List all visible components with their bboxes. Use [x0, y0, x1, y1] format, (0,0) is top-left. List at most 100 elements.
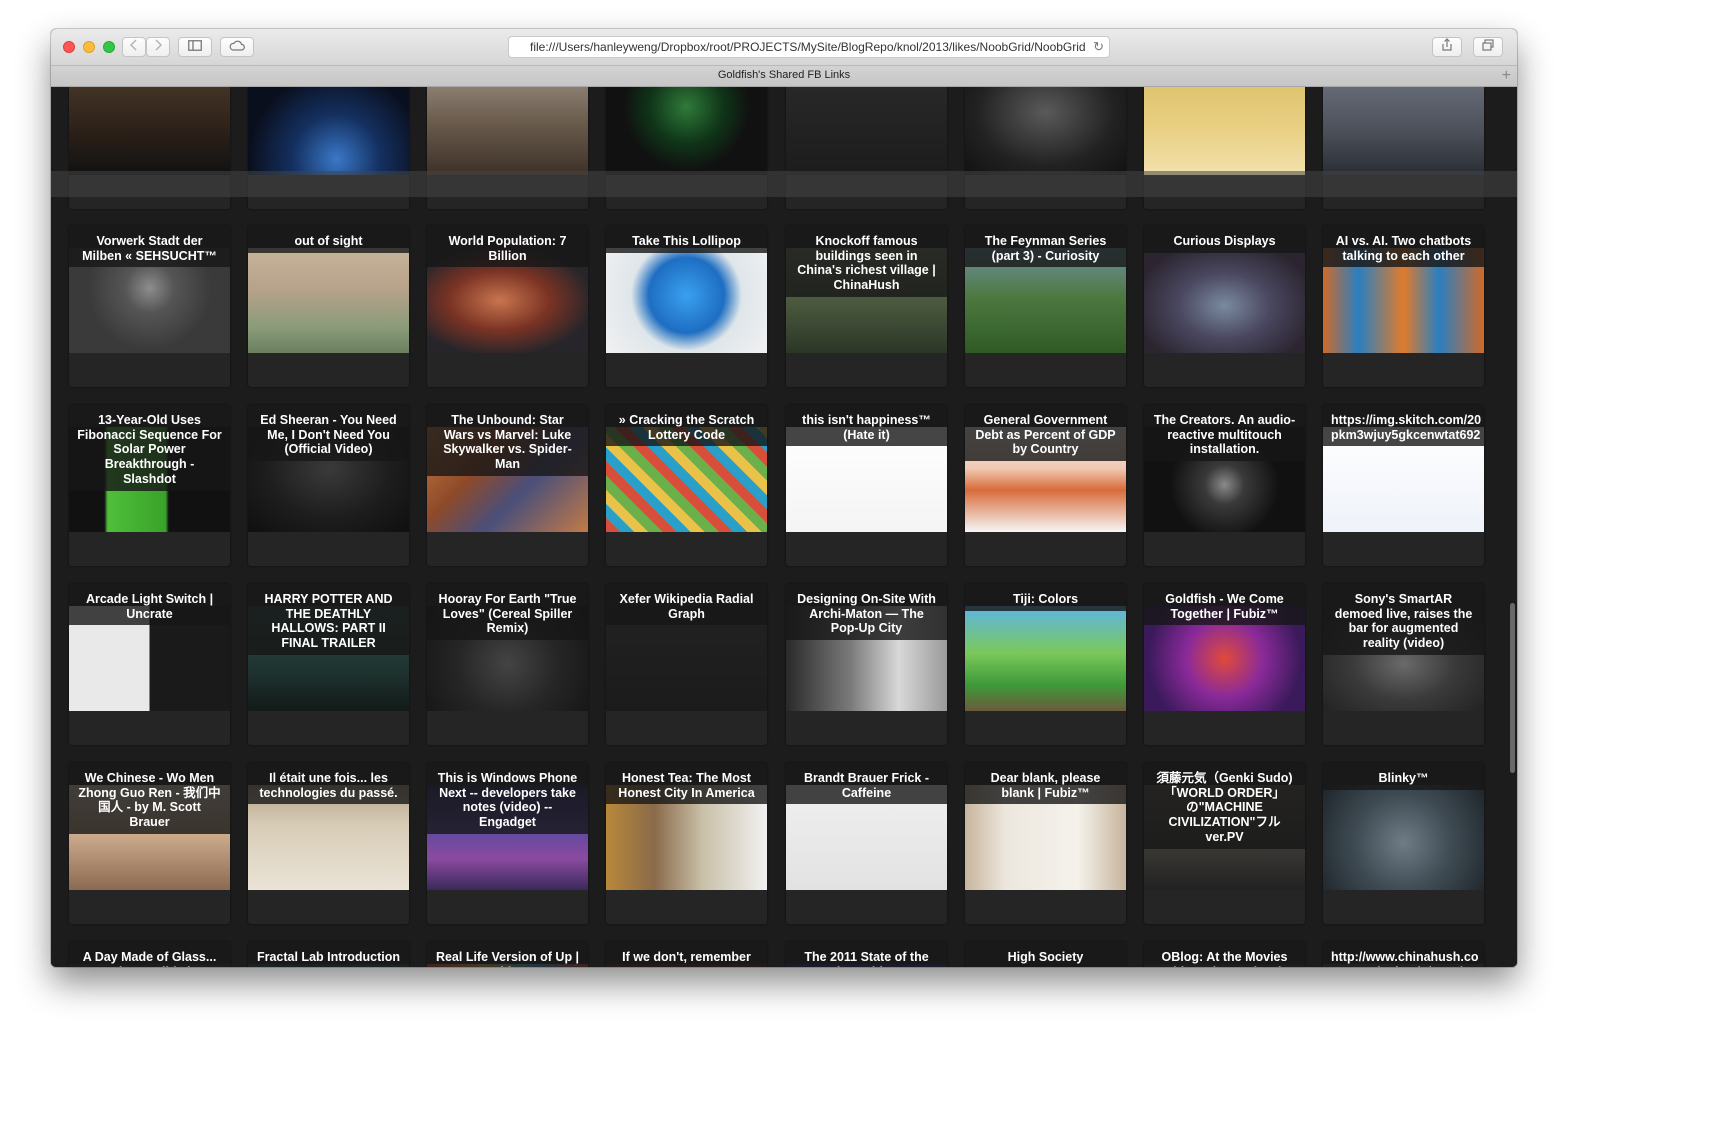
link-title: AI vs. AI. Two chatbots talking to each … [1323, 226, 1484, 268]
chevron-right-icon [155, 39, 163, 51]
link-card[interactable]: Brandt Brauer Frick - Caffeine [786, 763, 947, 924]
link-card[interactable]: Ed Sheeran - You Need Me, I Don't Need Y… [248, 405, 409, 566]
link-title: Designing On-Site With Archi-Maton — The… [786, 584, 947, 641]
link-title: Xefer Wikipedia Radial Graph [606, 584, 767, 626]
link-thumbnail [1323, 87, 1484, 175]
forward-button[interactable] [146, 37, 170, 57]
sidebar-toggle-button[interactable] [178, 37, 212, 57]
link-title: out of sight [248, 226, 409, 253]
link-card[interactable]: 須藤元気（Genki Sudo) 「WORLD ORDER」の"MACHINE … [1144, 763, 1305, 924]
link-card[interactable]: OBlog: At the Movies with Javier Marisca… [1144, 942, 1305, 967]
link-thumbnail [965, 606, 1126, 711]
tab-title[interactable]: Goldfish's Shared FB Links [51, 69, 1517, 81]
link-card[interactable]: A Day Made of Glass... Made possible by … [69, 942, 230, 967]
link-card[interactable]: http://www.chinahush.co content/uploads/… [1323, 942, 1484, 967]
link-card[interactable]: Hooray For Earth "True Loves" (Cereal Sp… [427, 584, 588, 745]
share-button[interactable] [1432, 37, 1462, 57]
link-title: Curious Displays [1144, 226, 1305, 253]
link-title: Real Life Version of Up | Fubiz™ [427, 942, 588, 967]
link-title: The 2011 State of the Union Address: Enh… [786, 942, 947, 967]
icloud-tabs-button[interactable] [220, 37, 254, 57]
link-card[interactable]: If we don't, remember me. [606, 942, 767, 967]
link-title: 13-Year-Old Uses Fibonacci Sequence For … [69, 405, 230, 491]
link-title: Vorwerk Stadt der Milben « SEHSUCHT™ [69, 226, 230, 268]
link-title: 須藤元気（Genki Sudo) 「WORLD ORDER」の"MACHINE … [1144, 763, 1305, 849]
link-card[interactable]: Designing On-Site With Archi-Maton — The… [786, 584, 947, 745]
link-card[interactable]: Knockoff famous buildings seen in China'… [786, 226, 947, 387]
link-card[interactable]: AI vs. AI. Two chatbots talking to each … [1323, 226, 1484, 387]
link-card[interactable]: HARRY POTTER AND THE DEATHLY HALLOWS: PA… [248, 584, 409, 745]
link-card[interactable]: Honest Tea: The Most Honest City In Amer… [606, 763, 767, 924]
link-card[interactable]: Il était une fois... les technologies du… [248, 763, 409, 924]
link-title: A Day Made of Glass... Made possible by … [69, 942, 230, 967]
link-title: If we don't, remember me. [606, 942, 767, 967]
link-title: Sony's SmartAR demoed live, raises the b… [1323, 584, 1484, 655]
link-title: Arcade Light Switch | Uncrate [69, 584, 230, 626]
link-card[interactable]: Blinky™ [1323, 763, 1484, 924]
link-card[interactable]: Real Life Version of Up | Fubiz™ [427, 942, 588, 967]
tabs-overview-icon [1481, 39, 1494, 51]
link-card[interactable]: https://img.skitch.com/20 pkm3wjuy5gkcen… [1323, 405, 1484, 566]
link-card[interactable]: Fractal Lab Introduction [248, 942, 409, 967]
scrollbar[interactable] [1510, 603, 1515, 773]
tab-bar: Goldfish's Shared FB Links + [51, 66, 1517, 87]
zoom-window-button[interactable] [103, 41, 115, 53]
address-url: file:///Users/hanleyweng/Dropbox/root/PR… [530, 40, 1086, 54]
link-title: Blinky™ [1323, 763, 1484, 790]
link-card[interactable]: Dear blank, please blank | Fubiz™ [965, 763, 1126, 924]
link-card[interactable]: Tiji: Colors [965, 584, 1126, 745]
link-card[interactable]: The Unbound: Star Wars vs Marvel: Luke S… [427, 405, 588, 566]
link-card[interactable]: 13-Year-Old Uses Fibonacci Sequence For … [69, 405, 230, 566]
link-card[interactable]: Goldfish - We Come Together | Fubiz™ [1144, 584, 1305, 745]
link-card[interactable]: Sony's SmartAR demoed live, raises the b… [1323, 584, 1484, 745]
link-card[interactable]: out of sight [248, 226, 409, 387]
link-card[interactable]: General Government Debt as Percent of GD… [965, 405, 1126, 566]
link-card[interactable]: Xefer Wikipedia Radial Graph [606, 584, 767, 745]
link-title: Ed Sheeran - You Need Me, I Don't Need Y… [248, 405, 409, 462]
link-thumbnail [965, 87, 1126, 175]
plus-icon[interactable]: + [1502, 66, 1511, 85]
link-thumbnail [786, 87, 947, 175]
link-thumbnail [1144, 248, 1305, 353]
link-title: The Creators. An audio-reactive multitou… [1144, 405, 1305, 462]
tabs-overview-button[interactable] [1473, 37, 1503, 57]
link-title: World Population: 7 Billion [427, 226, 588, 268]
link-card[interactable]: Vorwerk Stadt der Milben « SEHSUCHT™ [69, 226, 230, 387]
link-title: General Government Debt as Percent of GD… [965, 405, 1126, 462]
link-card[interactable]: Arcade Light Switch | Uncrate [69, 584, 230, 745]
link-card[interactable]: The Creators. An audio-reactive multitou… [1144, 405, 1305, 566]
chevron-left-icon [129, 39, 137, 51]
link-title: this isn't happiness™ (Hate it) [786, 405, 947, 447]
link-title: https://img.skitch.com/20 pkm3wjuy5gkcen… [1323, 405, 1484, 447]
link-title: Knockoff famous buildings seen in China'… [786, 226, 947, 297]
link-title: We Chinese - Wo Men Zhong Guo Ren - 我们中国… [69, 763, 230, 834]
reload-icon[interactable]: ↻ [1093, 37, 1104, 57]
link-title: Dear blank, please blank | Fubiz™ [965, 763, 1126, 805]
link-thumbnail [1323, 785, 1484, 890]
minimize-window-button[interactable] [83, 41, 95, 53]
link-card[interactable]: The 2011 State of the Union Address: Enh… [786, 942, 947, 967]
link-title: High Society [965, 942, 1126, 967]
link-card[interactable]: This is Windows Phone Next -- developers… [427, 763, 588, 924]
link-card[interactable]: Take This Lollipop [606, 226, 767, 387]
link-thumbnail [248, 248, 409, 353]
link-card[interactable]: The Feynman Series (part 3) - Curiosity [965, 226, 1126, 387]
link-title: Take This Lollipop [606, 226, 767, 253]
link-card[interactable]: World Population: 7 Billion [427, 226, 588, 387]
link-title: The Feynman Series (part 3) - Curiosity [965, 226, 1126, 268]
header-overlay [51, 171, 1517, 197]
link-title: This is Windows Phone Next -- developers… [427, 763, 588, 834]
back-button[interactable] [122, 37, 146, 57]
link-title: Fractal Lab Introduction [248, 942, 409, 967]
link-card[interactable]: We Chinese - Wo Men Zhong Guo Ren - 我们中国… [69, 763, 230, 924]
link-title: Il était une fois... les technologies du… [248, 763, 409, 805]
link-thumbnail [69, 87, 230, 175]
close-window-button[interactable] [63, 41, 75, 53]
link-card[interactable]: this isn't happiness™ (Hate it) [786, 405, 947, 566]
link-title: Goldfish - We Come Together | Fubiz™ [1144, 584, 1305, 626]
link-title: Honest Tea: The Most Honest City In Amer… [606, 763, 767, 805]
address-bar[interactable]: file:///Users/hanleyweng/Dropbox/root/PR… [508, 36, 1110, 58]
link-card[interactable]: Curious Displays [1144, 226, 1305, 387]
link-card[interactable]: High Society [965, 942, 1126, 967]
link-card[interactable]: » Cracking the Scratch Lottery Code [606, 405, 767, 566]
